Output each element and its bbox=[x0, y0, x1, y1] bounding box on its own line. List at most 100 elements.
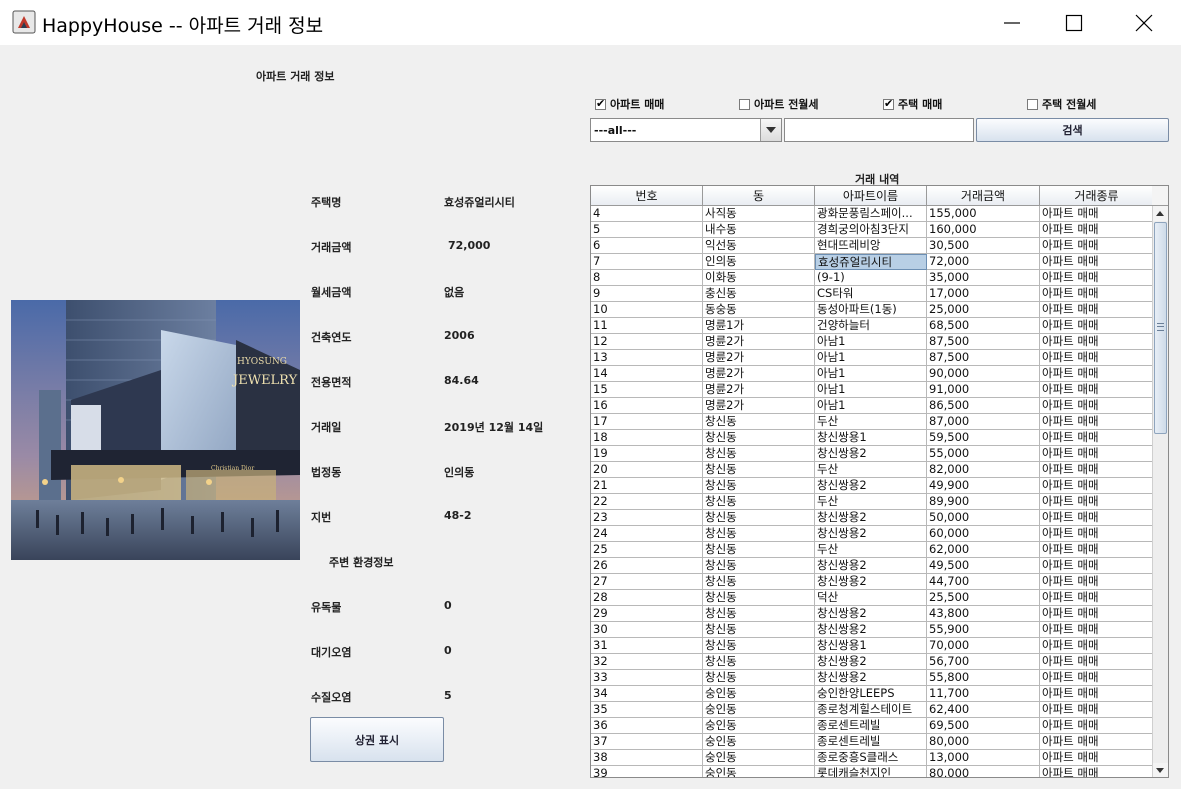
cell-no[interactable]: 24 bbox=[591, 526, 703, 542]
cell-no[interactable]: 9 bbox=[591, 286, 703, 302]
cell-dong[interactable]: 명륜1가 bbox=[703, 318, 815, 334]
table-row[interactable]: 25 창신동 두산 62,000 아파트 매매 bbox=[591, 542, 1154, 558]
table-row[interactable]: 15 명륜2가 아남1 91,000 아파트 매매 bbox=[591, 382, 1154, 398]
column-header-apt-name[interactable]: 아파트이름 bbox=[815, 186, 927, 206]
cell-deal-type[interactable]: 아파트 매매 bbox=[1040, 478, 1154, 494]
cell-deal-type[interactable]: 아파트 매매 bbox=[1040, 510, 1154, 526]
cell-amount[interactable]: 68,500 bbox=[927, 318, 1040, 334]
cell-amount[interactable]: 87,500 bbox=[927, 350, 1040, 366]
cell-amount[interactable]: 55,000 bbox=[927, 446, 1040, 462]
cell-deal-type[interactable]: 아파트 매매 bbox=[1040, 638, 1154, 654]
close-button[interactable] bbox=[1113, 0, 1175, 45]
cell-apt-name[interactable]: 광화문풍림스페이... bbox=[815, 206, 927, 222]
cell-dong[interactable]: 내수동 bbox=[703, 222, 815, 238]
cell-no[interactable]: 5 bbox=[591, 222, 703, 238]
maximize-button[interactable] bbox=[1043, 0, 1105, 45]
cell-dong[interactable]: 명륜2가 bbox=[703, 382, 815, 398]
cell-no[interactable]: 33 bbox=[591, 670, 703, 686]
column-header-dong[interactable]: 동 bbox=[703, 186, 815, 206]
cell-no[interactable]: 10 bbox=[591, 302, 703, 318]
apt-sale-checkbox[interactable]: 아파트 매매 bbox=[595, 97, 664, 111]
cell-deal-type[interactable]: 아파트 매매 bbox=[1040, 558, 1154, 574]
cell-dong[interactable]: 동숭동 bbox=[703, 302, 815, 318]
cell-dong[interactable]: 숭인동 bbox=[703, 750, 815, 766]
cell-deal-type[interactable]: 아파트 매매 bbox=[1040, 622, 1154, 638]
cell-dong[interactable]: 창신동 bbox=[703, 574, 815, 590]
cell-amount[interactable]: 43,800 bbox=[927, 606, 1040, 622]
table-row[interactable]: 34 숭인동 숭인한양LEEPS 11,700 아파트 매매 bbox=[591, 686, 1154, 702]
apt-sale-check-box[interactable] bbox=[595, 97, 606, 110]
cell-apt-name[interactable]: 아남1 bbox=[815, 350, 927, 366]
cell-deal-type[interactable]: 아파트 매매 bbox=[1040, 206, 1154, 222]
cell-deal-type[interactable]: 아파트 매매 bbox=[1040, 414, 1154, 430]
cell-no[interactable]: 31 bbox=[591, 638, 703, 654]
cell-dong[interactable]: 창신동 bbox=[703, 414, 815, 430]
cell-deal-type[interactable]: 아파트 매매 bbox=[1040, 542, 1154, 558]
cell-no[interactable]: 15 bbox=[591, 382, 703, 398]
cell-amount[interactable]: 56,700 bbox=[927, 654, 1040, 670]
cell-no[interactable]: 6 bbox=[591, 238, 703, 254]
cell-amount[interactable]: 87,000 bbox=[927, 414, 1040, 430]
cell-dong[interactable]: 창신동 bbox=[703, 670, 815, 686]
table-row[interactable]: 28 창신동 덕산 25,500 아파트 매매 bbox=[591, 590, 1154, 606]
vertical-scrollbar[interactable] bbox=[1152, 206, 1168, 777]
column-header-deal-type[interactable]: 거래종류 bbox=[1040, 186, 1154, 206]
cell-dong[interactable]: 창신동 bbox=[703, 462, 815, 478]
cell-apt-name[interactable]: 창신쌍용2 bbox=[815, 446, 927, 462]
table-row[interactable]: 39 숭인동 롯데캐슬천지인 80,000 아파트 매매 bbox=[591, 766, 1154, 777]
cell-deal-type[interactable]: 아파트 매매 bbox=[1040, 462, 1154, 478]
cell-dong[interactable]: 창신동 bbox=[703, 510, 815, 526]
scroll-up-icon[interactable] bbox=[1153, 206, 1168, 221]
cell-deal-type[interactable]: 아파트 매매 bbox=[1040, 238, 1154, 254]
table-row[interactable]: 31 창신동 창신쌍용1 70,000 아파트 매매 bbox=[591, 638, 1154, 654]
cell-amount[interactable]: 11,700 bbox=[927, 686, 1040, 702]
minimize-button[interactable] bbox=[981, 0, 1043, 45]
cell-deal-type[interactable]: 아파트 매매 bbox=[1040, 654, 1154, 670]
chevron-down-icon[interactable] bbox=[760, 119, 781, 141]
cell-apt-name[interactable]: 창신쌍용2 bbox=[815, 622, 927, 638]
cell-dong[interactable]: 창신동 bbox=[703, 430, 815, 446]
cell-apt-name[interactable]: 롯데캐슬천지인 bbox=[815, 766, 927, 777]
cell-deal-type[interactable]: 아파트 매매 bbox=[1040, 270, 1154, 286]
cell-apt-name[interactable]: 종로센트레빌 bbox=[815, 734, 927, 750]
cell-deal-type[interactable]: 아파트 매매 bbox=[1040, 606, 1154, 622]
cell-apt-name[interactable]: 아남1 bbox=[815, 398, 927, 414]
cell-deal-type[interactable]: 아파트 매매 bbox=[1040, 590, 1154, 606]
cell-no[interactable]: 36 bbox=[591, 718, 703, 734]
table-row[interactable]: 4 사직동 광화문풍림스페이... 155,000 아파트 매매 bbox=[591, 206, 1154, 222]
cell-no[interactable]: 19 bbox=[591, 446, 703, 462]
cell-apt-name[interactable]: 두산 bbox=[815, 494, 927, 510]
scroll-down-icon[interactable] bbox=[1153, 763, 1168, 777]
house-sale-check-box[interactable] bbox=[883, 97, 894, 110]
cell-dong[interactable]: 창신동 bbox=[703, 526, 815, 542]
cell-amount[interactable]: 155,000 bbox=[927, 206, 1040, 222]
dong-select[interactable]: ---all--- bbox=[590, 118, 782, 142]
search-input[interactable] bbox=[784, 118, 974, 142]
cell-amount[interactable]: 72,000 bbox=[927, 254, 1040, 270]
cell-deal-type[interactable]: 아파트 매매 bbox=[1040, 398, 1154, 414]
cell-no[interactable]: 4 bbox=[591, 206, 703, 222]
cell-no[interactable]: 35 bbox=[591, 702, 703, 718]
cell-amount[interactable]: 55,900 bbox=[927, 622, 1040, 638]
cell-no[interactable]: 29 bbox=[591, 606, 703, 622]
cell-amount[interactable]: 13,000 bbox=[927, 750, 1040, 766]
table-row[interactable]: 17 창신동 두산 87,000 아파트 매매 bbox=[591, 414, 1154, 430]
table-row[interactable]: 19 창신동 창신쌍용2 55,000 아파트 매매 bbox=[591, 446, 1154, 462]
cell-deal-type[interactable]: 아파트 매매 bbox=[1040, 734, 1154, 750]
table-row[interactable]: 36 숭인동 종로센트레빌 69,500 아파트 매매 bbox=[591, 718, 1154, 734]
cell-amount[interactable]: 80,000 bbox=[927, 734, 1040, 750]
cell-apt-name[interactable]: 건양하늘터 bbox=[815, 318, 927, 334]
table-row[interactable]: 35 숭인동 종로청계힐스테이트 62,400 아파트 매매 bbox=[591, 702, 1154, 718]
cell-no[interactable]: 23 bbox=[591, 510, 703, 526]
cell-apt-name[interactable]: 현대뜨레비앙 bbox=[815, 238, 927, 254]
cell-deal-type[interactable]: 아파트 매매 bbox=[1040, 382, 1154, 398]
cell-amount[interactable]: 87,500 bbox=[927, 334, 1040, 350]
cell-amount[interactable]: 91,000 bbox=[927, 382, 1040, 398]
cell-deal-type[interactable]: 아파트 매매 bbox=[1040, 446, 1154, 462]
cell-amount[interactable]: 89,900 bbox=[927, 494, 1040, 510]
cell-no[interactable]: 12 bbox=[591, 334, 703, 350]
cell-dong[interactable]: 숭인동 bbox=[703, 734, 815, 750]
cell-apt-name[interactable]: 아남1 bbox=[815, 382, 927, 398]
cell-apt-name[interactable]: 숭인한양LEEPS bbox=[815, 686, 927, 702]
cell-amount[interactable]: 62,000 bbox=[927, 542, 1040, 558]
